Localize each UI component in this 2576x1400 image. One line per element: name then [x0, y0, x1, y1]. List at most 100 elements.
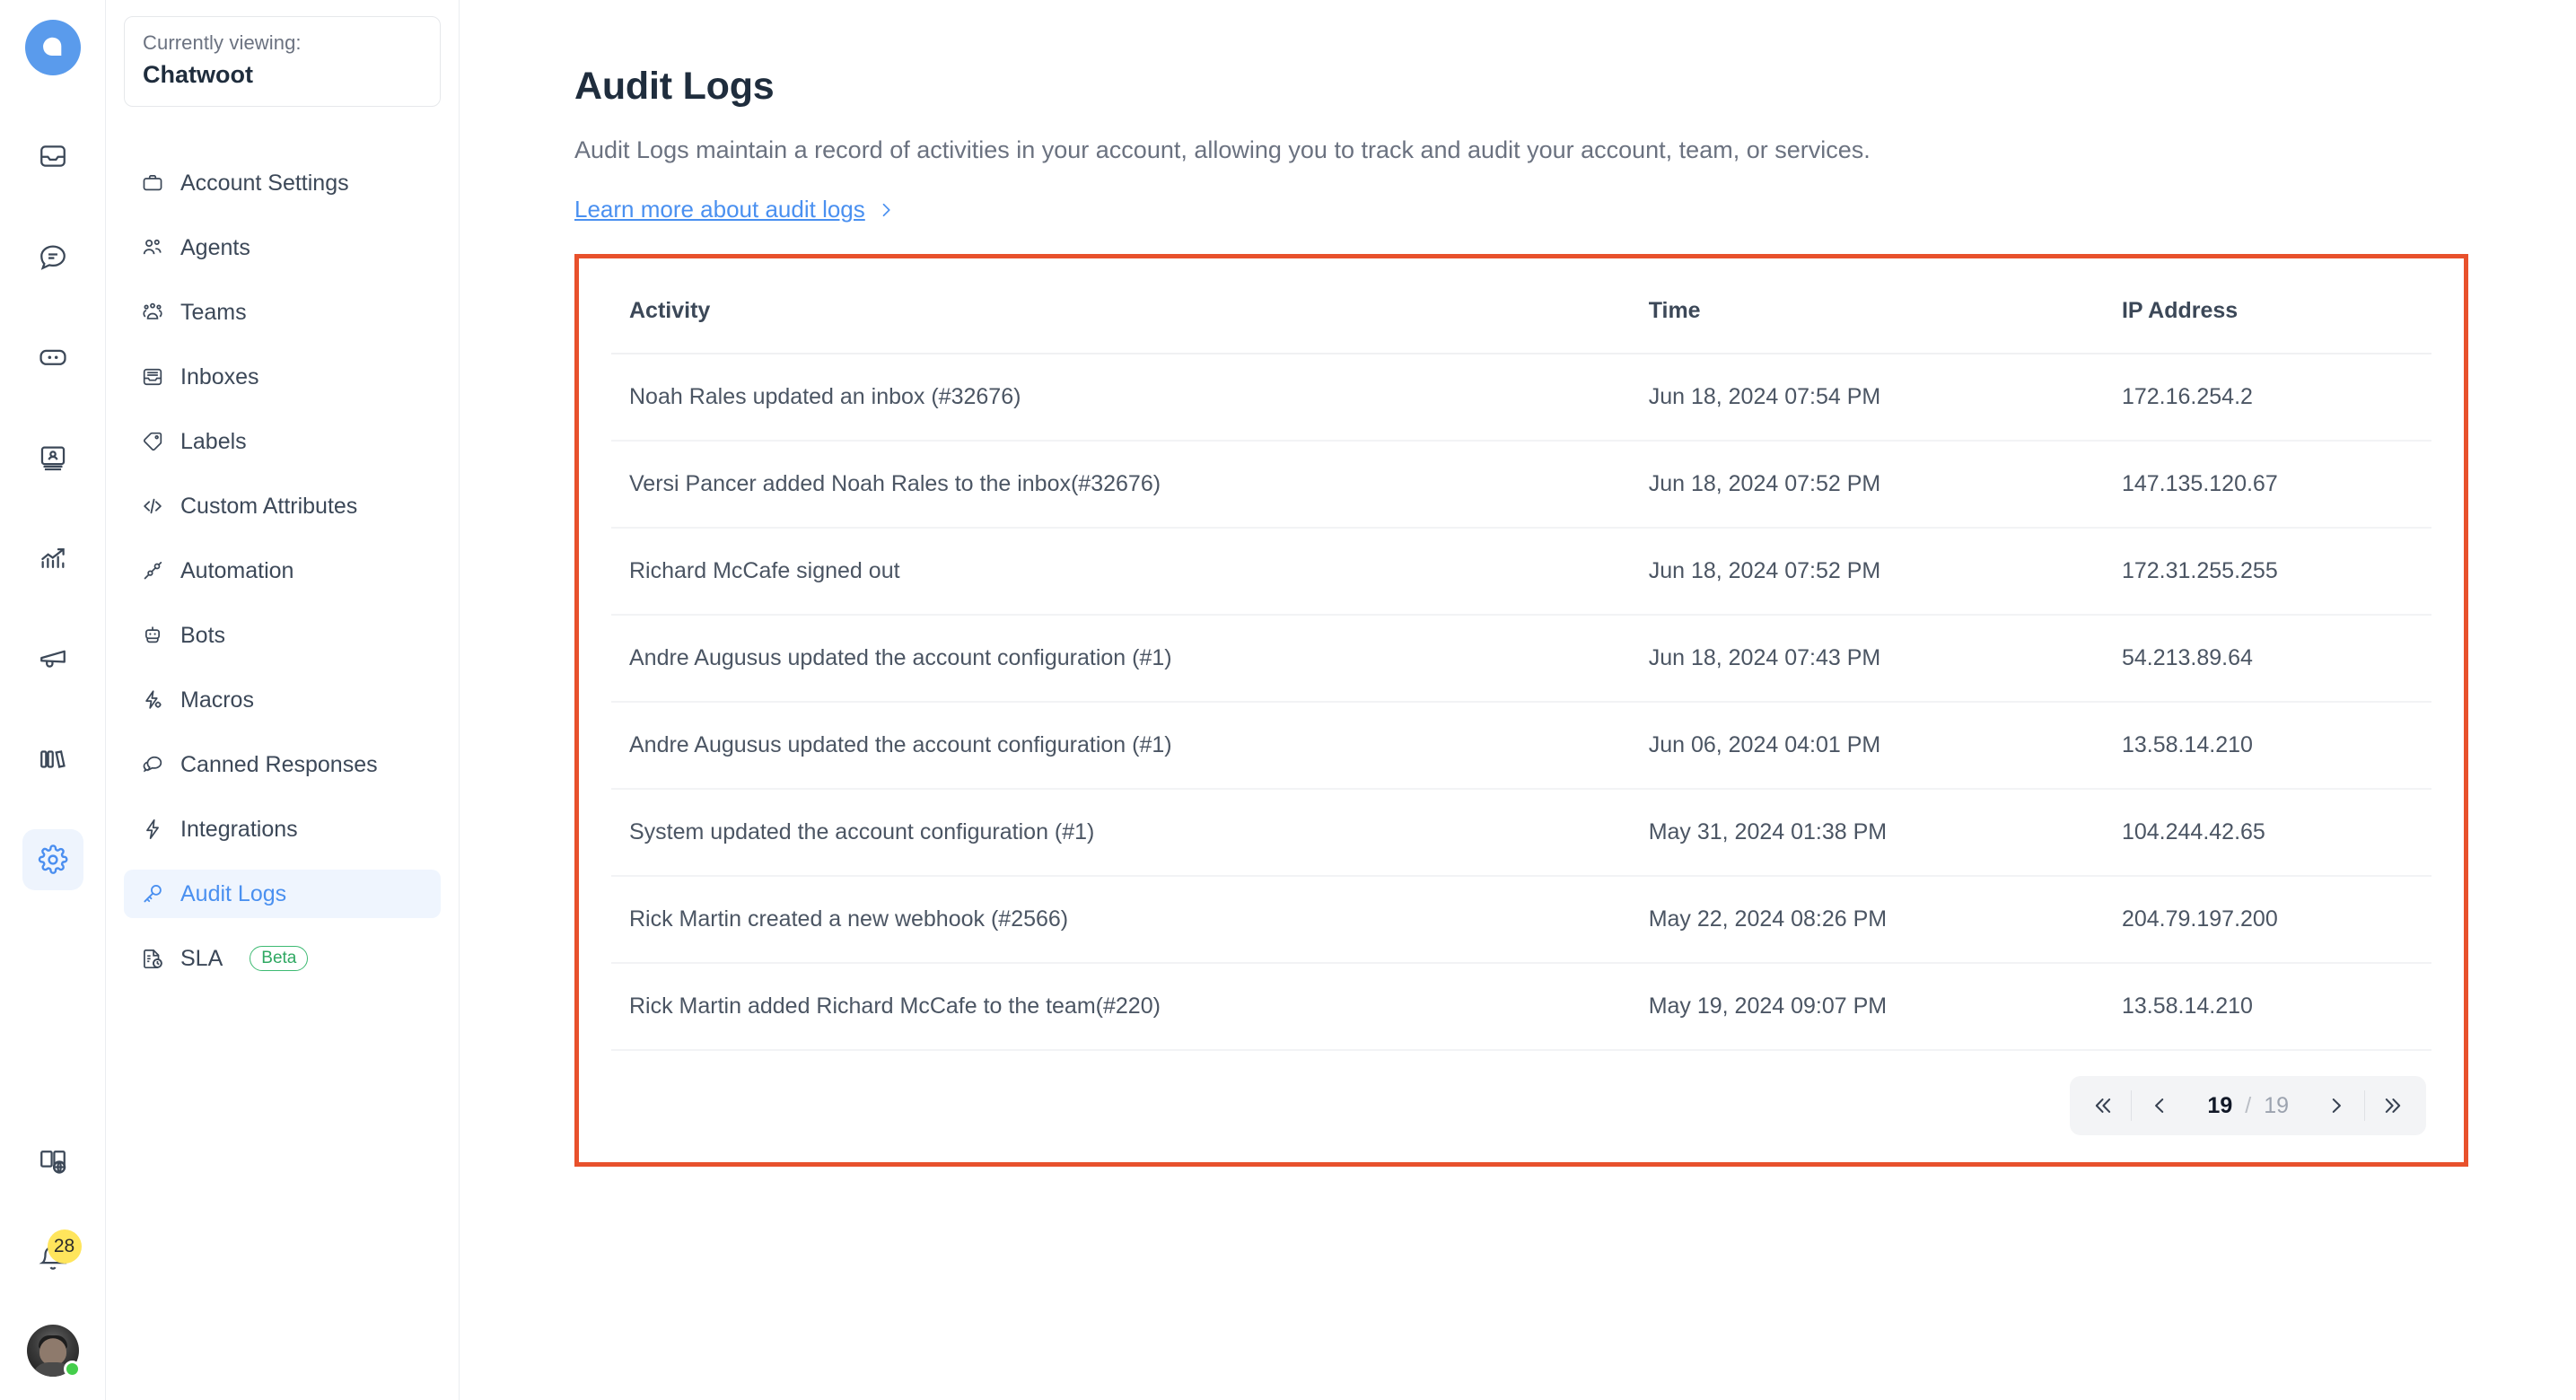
table-row[interactable]: Versi Pancer added Noah Rales to the inb… [611, 441, 2431, 529]
page-title: Audit Logs [574, 65, 775, 108]
cell-ip: 204.79.197.200 [2103, 876, 2431, 965]
rail-item-reports[interactable] [22, 528, 83, 589]
cell-activity: Rick Martin created a new webhook (#2566… [611, 876, 1631, 965]
cell-activity: Andre Augusus updated the account config… [611, 702, 1631, 791]
cell-ip: 13.58.14.210 [2103, 963, 2431, 1052]
table-row[interactable]: Andre Augusus updated the account config… [611, 615, 2431, 704]
sidebar-item-bots[interactable]: Bots [124, 611, 441, 660]
settings-sidebar: Currently viewing: Chatwoot Account Sett… [106, 0, 460, 1400]
rail-item-contacts[interactable] [22, 427, 83, 488]
next-page-button[interactable] [2309, 1076, 2364, 1135]
robot-icon [140, 623, 165, 648]
audit-log-table-card: Activity Time IP Address Noah Rales upda… [574, 254, 2468, 1168]
sidebar-item-agents[interactable]: Agents [124, 223, 441, 272]
cell-ip: 172.31.255.255 [2103, 528, 2431, 617]
megaphone-icon [38, 643, 68, 674]
first-page-button[interactable] [2075, 1076, 2131, 1135]
rail-item-docs[interactable] [22, 1131, 83, 1192]
currently-viewing-label: Currently viewing: [143, 31, 302, 54]
sidebar-item-automation[interactable]: Automation [124, 547, 441, 595]
teams-icon [140, 300, 165, 325]
sidebar-item-label: Bots [180, 622, 226, 648]
avatar[interactable] [26, 1325, 81, 1378]
sidebar-item-audit-logs[interactable]: Audit Logs [124, 870, 441, 918]
reports-chart-icon [38, 543, 68, 573]
audit-log-table: Activity Time IP Address Noah Rales upda… [611, 282, 2431, 1052]
sidebar-item-macros[interactable]: Macros [124, 676, 441, 724]
rail-item-chat[interactable] [22, 226, 83, 287]
key-icon [140, 881, 165, 906]
app-root: 28 Currently viewing: Chatwoot Account S… [0, 0, 2576, 1400]
rail-item-portal[interactable] [22, 729, 83, 790]
double-chevron-left-icon [2091, 1094, 2115, 1117]
learn-more-link[interactable]: Learn more about audit logs [574, 196, 895, 223]
avatar-face [39, 1338, 66, 1366]
pagination-row: 19 / 19 [611, 1051, 2431, 1162]
cell-time: Jun 18, 2024 07:52 PM [1630, 441, 2104, 529]
rail-item-captain[interactable] [22, 327, 83, 388]
macros-icon [140, 687, 165, 713]
cell-ip: 13.58.14.210 [2103, 702, 2431, 791]
code-icon [140, 494, 165, 519]
sidebar-item-labels[interactable]: Labels [124, 417, 441, 466]
cell-activity: System updated the account configuration… [611, 789, 1631, 878]
sidebar-item-account-settings[interactable]: Account Settings [124, 159, 441, 207]
column-header-ip-address[interactable]: IP Address [2103, 282, 2431, 355]
canned-response-icon [140, 752, 165, 777]
sidebar-item-label: Custom Attributes [180, 493, 358, 519]
sidebar-item-canned-responses[interactable]: Canned Responses [124, 740, 441, 789]
column-header-activity[interactable]: Activity [611, 282, 1631, 355]
current-page[interactable]: 19 [2207, 1093, 2232, 1119]
tag-icon [140, 429, 165, 454]
online-status-dot [63, 1361, 81, 1378]
table-row[interactable]: Andre Augusus updated the account config… [611, 702, 2431, 791]
notification-badge: 28 [47, 1229, 82, 1264]
sidebar-item-label: Inboxes [180, 363, 259, 389]
page-description: Audit Logs maintain a record of activiti… [574, 136, 1871, 163]
rail-item-settings[interactable] [22, 829, 83, 890]
table-row[interactable]: Richard McCafe signed out Jun 18, 2024 0… [611, 528, 2431, 617]
sidebar-item-label: Agents [180, 234, 250, 260]
sidebar-item-label: Integrations [180, 816, 298, 842]
page-separator: / [2245, 1092, 2252, 1118]
sidebar-item-teams[interactable]: Teams [124, 288, 441, 337]
cell-ip: 104.244.42.65 [2103, 789, 2431, 878]
page-indicator: 19 / 19 [2187, 1093, 2309, 1119]
sidebar-item-label: Audit Logs [180, 880, 287, 906]
cell-time: Jun 18, 2024 07:54 PM [1630, 354, 2104, 442]
table-head: Activity Time IP Address [611, 282, 2431, 355]
chevron-right-icon [877, 201, 895, 219]
currently-viewing-card[interactable]: Currently viewing: Chatwoot [124, 16, 441, 107]
table-row[interactable]: System updated the account configuration… [611, 789, 2431, 878]
sidebar-item-custom-attributes[interactable]: Custom Attributes [124, 482, 441, 530]
cell-time: Jun 18, 2024 07:43 PM [1630, 615, 2104, 704]
column-header-time[interactable]: Time [1630, 282, 2104, 355]
cell-activity: Rick Martin added Richard McCafe to the … [611, 963, 1631, 1052]
sidebar-item-label: Teams [180, 299, 247, 325]
main-content: Audit Logs Audit Logs maintain a record … [460, 0, 2576, 1400]
table-row[interactable]: Rick Martin created a new webhook (#2566… [611, 876, 2431, 965]
people-icon [140, 235, 165, 260]
table-header-row: Activity Time IP Address [611, 282, 2431, 355]
cell-ip: 54.213.89.64 [2103, 615, 2431, 704]
sidebar-item-inboxes[interactable]: Inboxes [124, 353, 441, 401]
sidebar-item-sla[interactable]: SLA Beta [124, 934, 441, 983]
cell-ip: 147.135.120.67 [2103, 441, 2431, 529]
rail-item-conversations[interactable] [22, 126, 83, 187]
sidebar-item-integrations[interactable]: Integrations [124, 805, 441, 853]
cell-ip: 172.16.254.2 [2103, 354, 2431, 442]
rail-item-campaigns[interactable] [22, 628, 83, 689]
table-row[interactable]: Noah Rales updated an inbox (#32676) Jun… [611, 354, 2431, 442]
table-row[interactable]: Rick Martin added Richard McCafe to the … [611, 963, 2431, 1052]
double-chevron-right-icon [2381, 1094, 2405, 1117]
chatwoot-logo[interactable] [24, 20, 81, 75]
chevron-left-icon [2148, 1094, 2171, 1117]
contacts-icon [38, 442, 68, 473]
previous-page-button[interactable] [2132, 1076, 2187, 1135]
last-page-button[interactable] [2365, 1076, 2421, 1135]
rail-item-notifications[interactable]: 28 [22, 1228, 83, 1289]
cell-activity: Andre Augusus updated the account config… [611, 615, 1631, 704]
table-body: Noah Rales updated an inbox (#32676) Jun… [611, 354, 2431, 1052]
status-badge: Beta [250, 945, 309, 972]
briefcase-icon [140, 171, 165, 196]
